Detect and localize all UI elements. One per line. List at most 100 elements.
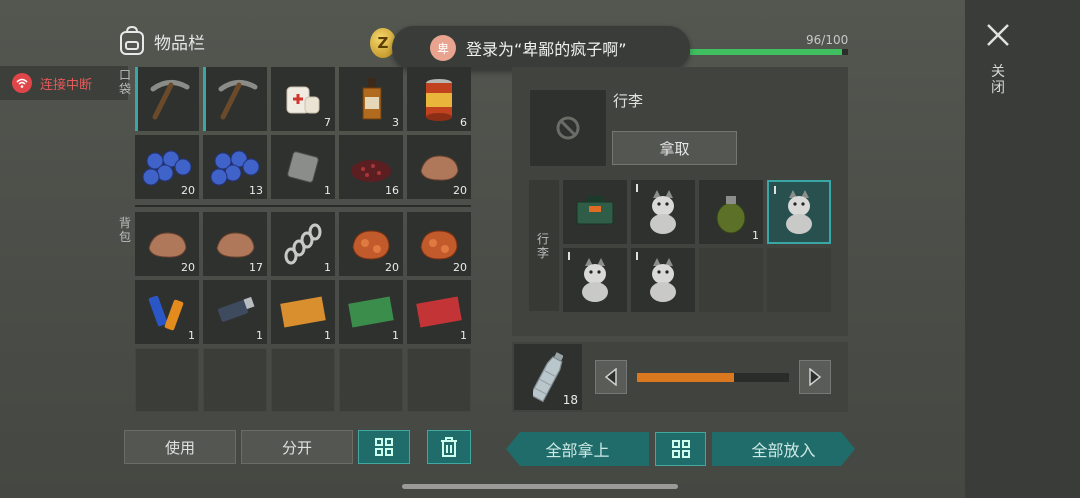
- chevron-right-icon: [809, 368, 822, 386]
- login-toast: 卑 登录为“卑鄙的疯子啊”: [392, 26, 690, 70]
- inventory-slot[interactable]: 7: [271, 67, 335, 131]
- inventory-slot[interactable]: 6: [407, 67, 471, 131]
- toast-text: 登录为“卑鄙的疯子啊”: [466, 40, 627, 59]
- close-icon[interactable]: [985, 22, 1011, 48]
- stone-icon: [211, 224, 259, 264]
- empty-slot[interactable]: [135, 348, 199, 412]
- inventory-slot[interactable]: 20: [407, 135, 471, 199]
- copper-ore-icon: [415, 223, 463, 265]
- transfer-item-slot[interactable]: 18: [514, 344, 582, 410]
- pocket-label: 口袋: [119, 68, 132, 96]
- increase-button[interactable]: [799, 360, 831, 394]
- item-count: 20: [453, 261, 467, 274]
- inventory-slot[interactable]: 20: [135, 212, 199, 276]
- inventory-title: 物品栏: [154, 33, 205, 54]
- delete-button[interactable]: [427, 430, 471, 464]
- take-button[interactable]: 拿取: [612, 131, 737, 165]
- inventory-slot[interactable]: 1: [339, 280, 403, 344]
- empty-slot[interactable]: [767, 248, 831, 312]
- copper-ore-icon: [347, 223, 395, 265]
- inventory-slot[interactable]: 17: [203, 212, 267, 276]
- gunpowder-icon: [347, 147, 395, 187]
- bag-container-slot[interactable]: [530, 90, 606, 166]
- inventory-slot[interactable]: [631, 180, 695, 244]
- blueberries-icon: [207, 145, 263, 189]
- grenade-icon: [709, 188, 753, 236]
- empty-slot[interactable]: [203, 348, 267, 412]
- item-count: 1: [324, 184, 331, 197]
- inventory-slot[interactable]: 1: [271, 280, 335, 344]
- pickaxe-icon: [213, 75, 261, 123]
- item-count: 3: [392, 116, 399, 129]
- empty-slot[interactable]: [271, 348, 335, 412]
- inventory-slot[interactable]: [631, 248, 695, 312]
- connection-status: 连接中断: [0, 66, 128, 100]
- item-count: 1: [324, 261, 331, 274]
- item-count: 1: [460, 329, 467, 342]
- inventory-slot[interactable]: [135, 67, 199, 131]
- inventory-slot[interactable]: [563, 180, 627, 244]
- empty-slot[interactable]: [339, 348, 403, 412]
- inventory-slot[interactable]: 1: [271, 212, 335, 276]
- stone-icon: [143, 224, 191, 264]
- tier-tick: [636, 252, 638, 260]
- item-count: 20: [385, 261, 399, 274]
- bandage-icon: [281, 77, 325, 121]
- item-count: 20: [181, 261, 195, 274]
- coupon-green-icon: [346, 294, 396, 330]
- prohibited-icon: [556, 116, 580, 140]
- empty-slot[interactable]: [699, 248, 763, 312]
- backpack-grid: 20 17 1 20 20 1 1 1 1 1: [135, 212, 471, 412]
- inventory-slot[interactable]: 1: [271, 135, 335, 199]
- slider-fill: [637, 373, 735, 382]
- inventory-slot[interactable]: [563, 248, 627, 312]
- tier-tick: [636, 184, 638, 192]
- item-count: 20: [453, 184, 467, 197]
- inventory-slot[interactable]: 3: [339, 67, 403, 131]
- inventory-slot[interactable]: 20: [135, 135, 199, 199]
- item-count: 13: [249, 184, 263, 197]
- close-label[interactable]: 关闭: [991, 64, 1007, 96]
- canned-food-icon: [419, 75, 459, 123]
- inventory-header: 物品栏: [118, 26, 205, 56]
- inventory-slot[interactable]: 16: [339, 135, 403, 199]
- blueberries-icon: [139, 145, 195, 189]
- home-indicator[interactable]: [402, 484, 678, 489]
- inventory-slot[interactable]: [203, 67, 267, 131]
- item-count: 1: [188, 329, 195, 342]
- put-all-button[interactable]: 全部放入: [712, 432, 855, 466]
- health-text: 96/100: [806, 33, 849, 47]
- tier-tick: [774, 186, 776, 194]
- inventory-slot[interactable]: 1: [699, 180, 763, 244]
- water-bottle-icon: [533, 352, 563, 403]
- split-button[interactable]: 分开: [241, 430, 353, 464]
- empty-slot[interactable]: [407, 348, 471, 412]
- pickaxe-icon: [145, 75, 193, 123]
- military-crate-icon: [571, 190, 619, 234]
- sort-button[interactable]: [358, 430, 410, 464]
- grid-icon: [671, 440, 690, 458]
- item-count: 7: [324, 116, 331, 129]
- usb-drive-icon: [211, 292, 259, 332]
- item-count: 1: [752, 229, 759, 242]
- inventory-slot[interactable]: 20: [407, 212, 471, 276]
- husky-dog-icon: [641, 256, 685, 304]
- sort-bag-button[interactable]: [655, 432, 706, 466]
- pocket-grid: 7 3 6 20 13 1 16 20: [135, 67, 471, 199]
- inventory-slot[interactable]: [767, 180, 831, 244]
- inventory-slot[interactable]: 13: [203, 135, 267, 199]
- inventory-slot[interactable]: 20: [339, 212, 403, 276]
- take-all-button[interactable]: 全部拿上: [506, 432, 649, 466]
- use-button[interactable]: 使用: [124, 430, 236, 464]
- grid-icon: [375, 438, 393, 456]
- inventory-slot[interactable]: 1: [407, 280, 471, 344]
- husky-dog-icon: [573, 256, 617, 304]
- item-count: 1: [392, 329, 399, 342]
- health-bar-fill: [690, 49, 842, 55]
- inventory-slot[interactable]: 1: [135, 280, 199, 344]
- quantity-slider[interactable]: [637, 373, 789, 382]
- transfer-count: 18: [562, 393, 578, 407]
- bag-side-text: 行李: [537, 231, 550, 260]
- decrease-button[interactable]: [595, 360, 627, 394]
- inventory-slot[interactable]: 1: [203, 280, 267, 344]
